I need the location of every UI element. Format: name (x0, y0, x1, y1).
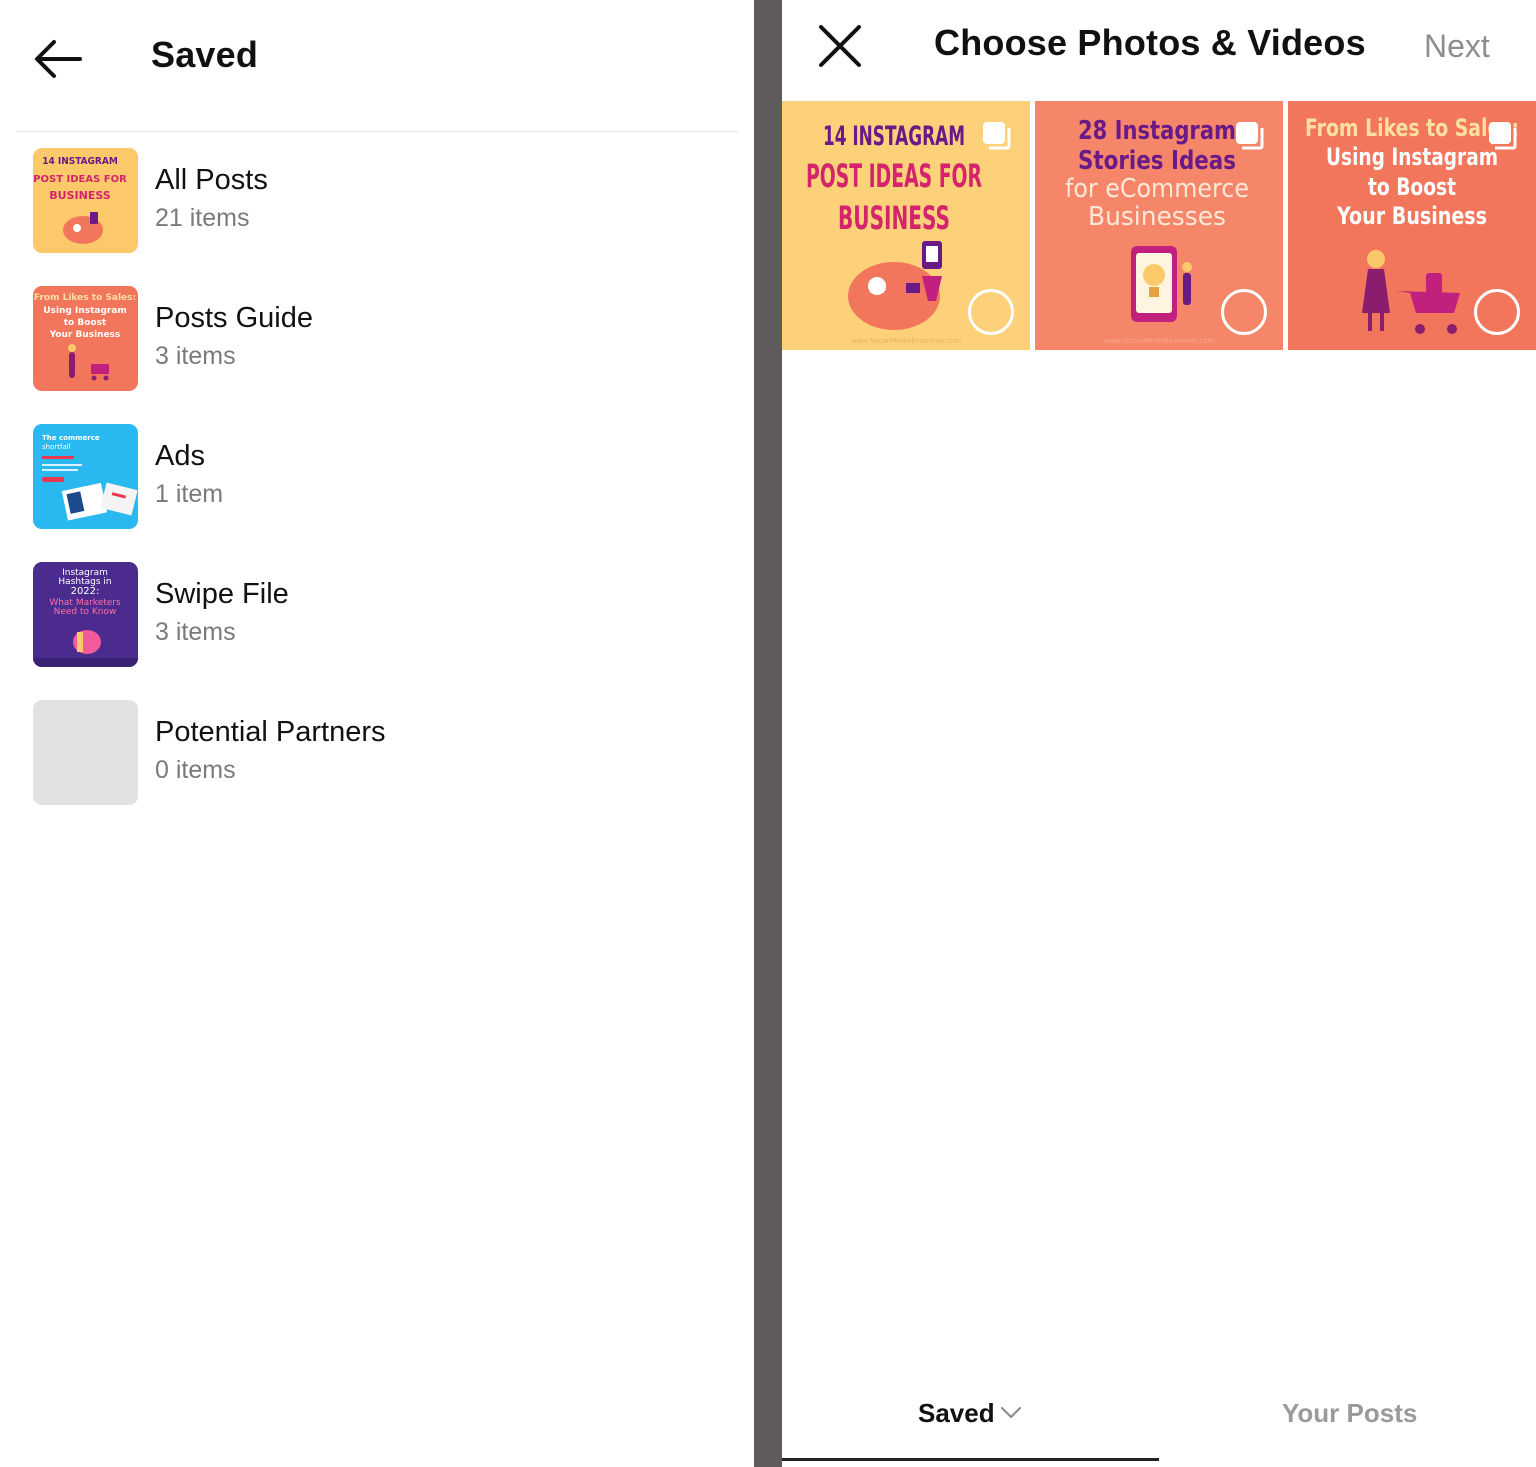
svg-text:14 INSTAGRAM: 14 INSTAGRAM (823, 121, 965, 152)
svg-text:14 INSTAGRAM: 14 INSTAGRAM (42, 156, 118, 167)
svg-text:to Boost: to Boost (64, 318, 107, 328)
svg-text:Stories Ideas: Stories Ideas (1078, 146, 1236, 176)
svg-text:BUSINESS: BUSINESS (49, 189, 110, 202)
svg-text:28 Instagram: 28 Instagram (1078, 116, 1236, 146)
close-button[interactable] (816, 22, 864, 70)
svg-text:www.SocialMediaExaminer.com: www.SocialMediaExaminer.com (851, 337, 961, 345)
page-title: Saved (151, 34, 259, 75)
svg-text:From Likes to Sales:: From Likes to Sales: (34, 293, 136, 303)
svg-text:POST IDEAS FOR: POST IDEAS FOR (806, 157, 982, 195)
active-tab-indicator (782, 1458, 1159, 1461)
collection-thumbnail: 14 INSTAGRAM POST IDEAS FOR BUSINESS (33, 148, 138, 253)
svg-text:POST IDEAS FOR: POST IDEAS FOR (33, 174, 127, 185)
tab-saved[interactable]: Saved (782, 1378, 1159, 1464)
media-tile[interactable]: 28 Instagram Stories Ideas for eCommerce… (1035, 101, 1283, 350)
choose-media-screen: Choose Photos & Videos Next 14 INSTAGRAM… (782, 0, 1536, 1467)
collection-count: 1 item (155, 480, 224, 508)
svg-text:Businesses: Businesses (1088, 202, 1226, 232)
svg-text:Need to Know: Need to Know (54, 607, 117, 617)
tab-label: Saved (918, 1398, 995, 1428)
multiple-posts-icon (983, 122, 1011, 150)
media-grid: 14 INSTAGRAM POST IDEAS FOR BUSINESS 14 … (782, 101, 1536, 351)
collection-potential-partners[interactable]: Potential Partners 0 items (0, 684, 754, 805)
collection-thumbnail: From Likes to Sales: Using Instagram to … (33, 286, 138, 391)
multiple-posts-icon (1236, 122, 1264, 150)
svg-text:Your Business: Your Business (1336, 202, 1487, 230)
chevron-down-icon (1000, 1406, 1022, 1419)
svg-text:for eCommerce: for eCommerce (1065, 174, 1249, 204)
collection-name: All Posts (155, 164, 268, 196)
collection-count: 3 items (155, 342, 236, 370)
collection-thumbnail: Instagram Hashtags in 2022: What Markete… (33, 562, 138, 667)
collection-swipe-file[interactable]: Instagram Hashtags in 2022: What Markete… (0, 546, 754, 667)
collection-count: 3 items (155, 618, 236, 646)
collection-name: Ads (155, 440, 205, 472)
svg-text:shortfall: shortfall (42, 443, 71, 451)
screen-separator (754, 0, 782, 1467)
svg-text:The commerce: The commerce (42, 434, 100, 442)
collection-count: 21 items (155, 204, 250, 232)
saved-header: Saved (0, 0, 754, 132)
select-circle[interactable] (968, 289, 1014, 335)
media-tile[interactable]: From Likes to Sales: Using Instagram to … (1288, 101, 1536, 350)
saved-screen: Saved 14 INSTAGRAM POST IDEAS FOR BUSINE… (0, 0, 754, 1467)
collection-thumbnail-empty (33, 700, 138, 805)
select-circle[interactable] (1474, 289, 1520, 335)
svg-text:2022:: 2022: (71, 586, 100, 597)
svg-text:to Boost: to Boost (1368, 173, 1456, 201)
svg-text:Using Instagram: Using Instagram (1326, 143, 1498, 171)
tab-your-posts[interactable]: Your Posts (1159, 1378, 1536, 1464)
tab-label: Your Posts (1282, 1398, 1418, 1428)
collection-name: Swipe File (155, 578, 289, 610)
media-tile[interactable]: 14 INSTAGRAM POST IDEAS FOR BUSINESS 14 … (782, 101, 1030, 350)
arrow-left-icon (35, 40, 82, 78)
collection-count: 0 items (155, 756, 236, 784)
collection-thumbnail: The commerce shortfall (33, 424, 138, 529)
collection-name: Posts Guide (155, 302, 313, 334)
source-tabs: Saved Your Posts (782, 1378, 1536, 1467)
close-icon (819, 25, 861, 67)
svg-text:14: 14 (869, 281, 887, 297)
svg-text:www.SocialMediaExaminer.com: www.SocialMediaExaminer.com (1104, 337, 1214, 345)
collection-posts-guide[interactable]: From Likes to Sales: Using Instagram to … (0, 270, 754, 391)
back-button[interactable] (30, 36, 86, 82)
multiple-posts-icon (1489, 122, 1517, 150)
next-button[interactable]: Next (1424, 28, 1490, 65)
select-circle[interactable] (1221, 289, 1267, 335)
svg-text:Your Business: Your Business (49, 330, 121, 340)
svg-text:BUSINESS: BUSINESS (838, 199, 950, 237)
collection-all-posts[interactable]: 14 INSTAGRAM POST IDEAS FOR BUSINESS All… (0, 132, 754, 253)
collection-name: Potential Partners (155, 716, 386, 748)
collection-ads[interactable]: The commerce shortfall Ads 1 item (0, 408, 754, 529)
svg-text:Using Instagram: Using Instagram (43, 306, 127, 316)
page-title: Choose Photos & Videos (934, 22, 1366, 63)
